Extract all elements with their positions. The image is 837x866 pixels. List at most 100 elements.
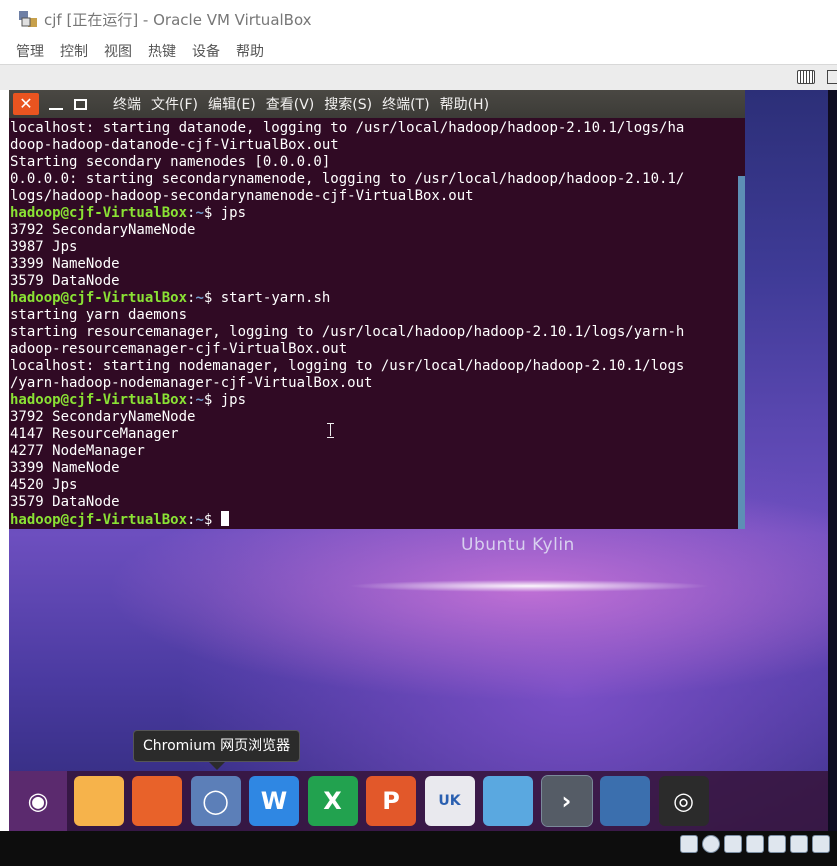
close-icon[interactable]: ✕ <box>13 93 39 115</box>
terminal-output-line: 4277 NodeManager <box>10 443 145 459</box>
desktop-logo-text: Ubuntu Kylin <box>461 535 575 555</box>
terminal-output-line: 4147 ResourceManager <box>10 426 179 442</box>
terminal-output-line: localhost: starting datanode, logging to… <box>10 120 685 136</box>
terminal-menu-item[interactable]: 终端(T) <box>382 94 429 114</box>
vbox-menubar: 管理 控制 视图 热键 设备 帮助 <box>0 38 837 64</box>
chromium-icon[interactable]: ◯ <box>190 776 241 826</box>
terminal-output-line: 3792 SecondaryNameNode <box>10 222 196 238</box>
command-text: start-yarn.sh <box>220 290 331 306</box>
terminal-output-line: logs/hadoop-hadoop-secondarynamenode-cjf… <box>10 188 474 204</box>
terminal-output-line: localhost: starting nodemanager, logging… <box>10 358 685 374</box>
vbox-toolbar <box>0 64 837 90</box>
ubuntu-kylin-launcher-icon-glyph: ◉ <box>27 787 49 815</box>
prompt-user: hadoop@cjf-VirtualBox <box>10 290 188 306</box>
text-cursor-icon <box>327 423 334 438</box>
vbox-titlebar: cjf [正在运行] - Oracle VM VirtualBox <box>0 0 837 38</box>
terminal-prompt-line: hadoop@cjf-VirtualBox:~$ jps <box>10 205 737 222</box>
terminal-output-line: starting resourcemanager, logging to /us… <box>10 324 685 340</box>
terminal-output-line: 3987 Jps <box>10 239 78 255</box>
terminal-icon[interactable]: › <box>540 775 593 827</box>
terminal-titlebar[interactable]: ✕ 终端 文件(F) 编辑(E) 查看(V) 搜索(S) 终端(T) 帮助(H) <box>9 90 745 118</box>
menu-item[interactable]: 帮助 <box>236 41 264 61</box>
minimize-icon[interactable] <box>49 108 63 110</box>
wps-writer-icon[interactable]: W <box>249 776 299 826</box>
network-icon[interactable] <box>746 835 764 853</box>
display-icon[interactable] <box>790 835 808 853</box>
terminal-output-line: adoop-resourcemanager-cjf-VirtualBox.out <box>10 341 348 357</box>
vbox-statusbar <box>0 831 837 866</box>
terminal-prompt-line: hadoop@cjf-VirtualBox:~$ start-yarn.sh <box>10 290 737 307</box>
terminal-menu-item[interactable]: 帮助(H) <box>440 94 489 114</box>
wps-writer-icon-glyph: W <box>260 787 288 815</box>
hard-disk-icon[interactable] <box>680 835 698 853</box>
prompt-path: ~ <box>195 205 204 221</box>
prompt-symbol: $ <box>203 392 221 408</box>
terminal-menu-item[interactable]: 查看(V) <box>266 94 315 114</box>
menu-item[interactable]: 热键 <box>148 41 176 61</box>
usb-icon[interactable] <box>724 835 742 853</box>
terminal-output-line: starting yarn daemons <box>10 307 188 323</box>
terminal-menu: 终端 文件(F) 编辑(E) 查看(V) 搜索(S) 终端(T) 帮助(H) <box>113 94 499 114</box>
guest-edge <box>828 90 837 831</box>
host-key-icon[interactable] <box>827 70 837 84</box>
terminal-menu-item[interactable]: 搜索(S) <box>324 94 372 114</box>
terminal-window[interactable]: ✕ 终端 文件(F) 编辑(E) 查看(V) 搜索(S) 终端(T) 帮助(H) local… <box>9 90 745 529</box>
terminal-output-line: 0.0.0.0: starting secondarynamenode, log… <box>10 171 685 187</box>
files-icon[interactable] <box>73 776 124 826</box>
dock-tooltip: Chromium 网页浏览器 <box>133 730 301 762</box>
ubuntu-kylin-launcher-icon[interactable]: ◉ <box>9 771 67 831</box>
prompt-path: ~ <box>195 290 204 306</box>
dvd-icon-glyph: ◎ <box>673 787 694 815</box>
maximize-icon[interactable] <box>74 98 87 110</box>
prompt-symbol: $ <box>203 205 221 221</box>
terminal-prompt-line: hadoop@cjf-VirtualBox:~$ jps <box>10 392 737 409</box>
prompt-symbol: $ <box>203 290 221 306</box>
terminal-output-line: Starting secondary namenodes [0.0.0.0] <box>10 154 331 170</box>
optical-drive-icon[interactable] <box>702 835 720 853</box>
prompt-user: hadoop@cjf-VirtualBox <box>10 512 188 528</box>
youker-assistant-icon[interactable] <box>483 776 533 826</box>
ubuntu-kylin-software-center-icon-glyph: UK <box>438 793 461 809</box>
prompt-path: ~ <box>195 512 204 528</box>
launcher-dock: ◉ ◯ W X P UK › ◎ <box>9 771 837 831</box>
terminal-menu-item[interactable]: 终端 <box>113 94 141 114</box>
command-text: jps <box>220 205 247 221</box>
prompt-user: hadoop@cjf-VirtualBox <box>10 205 188 221</box>
chromium-icon-glyph: ◯ <box>202 787 229 815</box>
terminal-icon-glyph: › <box>561 787 572 815</box>
recording-icon[interactable] <box>812 835 830 853</box>
menu-item[interactable]: 视图 <box>104 41 132 61</box>
window-title: cjf [正在运行] - Oracle VM VirtualBox <box>44 10 312 29</box>
terminal-scrollbar[interactable] <box>738 176 745 529</box>
guest-desktop[interactable]: Ubuntu Kylin ✕ 终端 文件(F) 编辑(E) 查看(V) 搜索(S) 终端(… <box>9 90 837 831</box>
firefox-icon[interactable] <box>132 776 182 826</box>
keyboard-icon[interactable] <box>797 70 815 84</box>
terminal-output-line: 3399 NameNode <box>10 256 120 272</box>
terminal-cursor[interactable] <box>220 511 229 526</box>
terminal-output-line: 3579 DataNode <box>10 273 120 289</box>
wps-presentation-icon-glyph: P <box>382 787 400 815</box>
terminal-prompt-line: hadoop@cjf-VirtualBox:~$ <box>10 511 737 528</box>
terminal-output[interactable]: localhost: starting datanode, logging to… <box>10 120 737 529</box>
prompt-symbol: $ <box>203 512 221 528</box>
menu-item[interactable]: 控制 <box>60 41 88 61</box>
window-border <box>0 90 9 831</box>
dvd-icon[interactable]: ◎ <box>658 776 709 826</box>
menu-item[interactable]: 设备 <box>192 41 220 61</box>
prompt-path: ~ <box>195 392 204 408</box>
tooltip-arrow <box>209 762 225 770</box>
terminal-output-line: doop-hadoop-datanode-cjf-VirtualBox.out <box>10 137 339 153</box>
terminal-menu-item[interactable]: 文件(F) <box>151 94 198 114</box>
workspace-switcher-icon[interactable] <box>600 776 650 826</box>
shared-folders-icon[interactable] <box>768 835 786 853</box>
prompt-user: hadoop@cjf-VirtualBox <box>10 392 188 408</box>
wps-spreadsheets-icon[interactable]: X <box>307 776 358 826</box>
virtualbox-app-icon <box>18 9 38 29</box>
terminal-menu-item[interactable]: 编辑(E) <box>208 94 256 114</box>
terminal-output-line: /yarn-hadoop-nodemanager-cjf-VirtualBox.… <box>10 375 373 391</box>
command-text: jps <box>220 392 247 408</box>
menu-item[interactable]: 管理 <box>16 41 44 61</box>
ubuntu-kylin-software-center-icon[interactable]: UK <box>424 776 475 826</box>
wps-presentation-icon[interactable]: P <box>366 776 416 826</box>
terminal-output-line: 3792 SecondaryNameNode <box>10 409 196 425</box>
